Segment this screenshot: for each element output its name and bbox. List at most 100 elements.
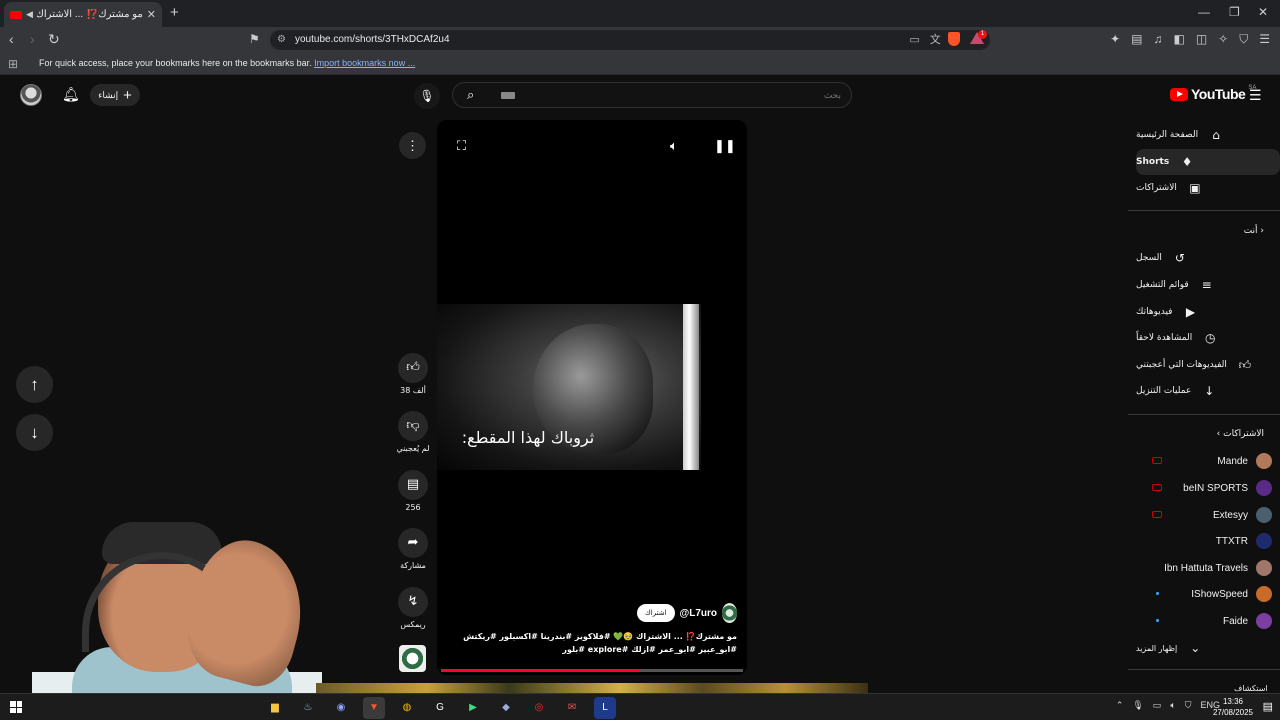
sidebar-item-subscriptions[interactable]: ▣ الاشتراكات (1136, 175, 1280, 201)
sidebar-item-shorts[interactable]: ♦ Shorts (1136, 149, 1280, 175)
subscription-item[interactable]: Extesyy (1136, 502, 1280, 528)
media-icon[interactable]: ♫ (1153, 32, 1162, 47)
minimize-icon[interactable]: — (1198, 5, 1210, 19)
site-info-icon[interactable]: ⚙ (277, 30, 286, 50)
sidebar-item-playlists[interactable]: ≡ قوائم التشغيل (1136, 272, 1280, 298)
search-input[interactable] (641, 87, 841, 105)
url-field[interactable]: ⚙ youtube.com/shorts/3THxDCAf2u4 ▭ 文 ↗ (270, 30, 990, 50)
browser-tab[interactable]: ◀ مو مشترك⁉️ ... الاشتراك 🥹💚🤍 ✕ (4, 2, 162, 27)
ai-icon[interactable]: ✧ (1218, 32, 1228, 47)
fullscreen-icon[interactable]: ⛶ (457, 138, 466, 154)
obs-icon[interactable]: ◎ (528, 697, 550, 719)
youtube-logo[interactable]: YouTube SA (1170, 85, 1256, 102)
sidebar-item-liked-videos[interactable]: 👍︎ الفيديوهات التي أعجبتني (1136, 352, 1280, 378)
subscription-item[interactable]: Faide (1136, 608, 1280, 634)
window-close-icon[interactable]: ✕ (1258, 5, 1268, 19)
show-more-button[interactable]: ⌄ إظهار المزيد (1136, 635, 1280, 661)
chrome-icon[interactable]: ◍ (396, 697, 418, 719)
network-icon[interactable]: ▭ (1153, 700, 1162, 711)
pause-icon[interactable]: ❚❚ (714, 138, 736, 154)
sidebar-item-downloads[interactable]: ↓ عمليات التنزيل (1136, 378, 1280, 404)
brave-icon[interactable]: ▼ (363, 697, 385, 719)
subscription-item[interactable]: beIN SPORTS (1136, 475, 1280, 501)
channel-avatar[interactable] (722, 603, 737, 623)
app-icon[interactable]: ◆ (495, 697, 517, 719)
search-box[interactable]: ⌕ (452, 82, 852, 108)
arrow-down-icon: ↓ (30, 423, 39, 442)
apps-grid-icon[interactable]: ⊞ (8, 57, 18, 71)
wallet-icon[interactable]: ▤ (1131, 32, 1142, 47)
lunar-client-icon[interactable]: L (594, 697, 616, 719)
cast-icon[interactable]: ▭ (909, 30, 919, 50)
share-button[interactable]: ➦ مشاركة (396, 528, 430, 570)
subscribe-button[interactable]: اشتراك (637, 604, 675, 622)
speaker-icon[interactable]: 🔈︎ (1170, 700, 1175, 711)
dislike-button[interactable]: 👎︎ لم يُعجبني (396, 411, 430, 453)
channel-handle[interactable]: @L7uro (680, 608, 718, 619)
notifications-bell-icon[interactable]: 🔔︎ (62, 86, 80, 103)
create-button[interactable]: إنشاء + (90, 84, 140, 106)
vpn-icon[interactable]: ⛉ (1239, 32, 1248, 47)
home-icon: ⌂ (1212, 128, 1220, 142)
search-keyboard-icon[interactable] (501, 92, 515, 99)
sound-thumbnail[interactable] (399, 645, 426, 672)
volume-icon[interactable]: 🔈︎ (670, 138, 678, 154)
next-short-button[interactable]: ↓ (16, 414, 53, 451)
file-explorer-icon[interactable]: ▆ (264, 697, 286, 719)
channel-avatar (1256, 507, 1272, 523)
remix-button[interactable]: ↯ ريمكس (396, 587, 430, 629)
close-tab-icon[interactable]: ✕ (147, 8, 156, 21)
youtube-play-icon (1170, 87, 1188, 101)
sidebar-item-history[interactable]: ↺ السجل (1136, 245, 1280, 271)
subscription-item[interactable]: IShowSpeed (1136, 581, 1280, 607)
rewards-badge: 1 (978, 30, 987, 39)
steam-icon[interactable]: ♨ (297, 697, 319, 719)
new-content-dot (1156, 619, 1159, 622)
audio-icon[interactable]: ◀ (26, 9, 33, 20)
new-tab-icon[interactable]: + (170, 4, 179, 21)
mail-icon[interactable]: ✉ (561, 697, 583, 719)
sidebar-item-home[interactable]: ⌂ الصفحة الرئيسية (1136, 122, 1280, 148)
reload-icon[interactable]: ↻ (48, 31, 60, 48)
restore-icon[interactable]: ❐ (1229, 5, 1240, 19)
launcher-icon[interactable]: ▶ (462, 697, 484, 719)
gog-icon[interactable]: G (429, 697, 451, 719)
discord-icon[interactable]: ◉ (330, 697, 352, 719)
more-options-icon[interactable]: ⋮ (399, 132, 426, 159)
subscription-item[interactable]: Mande (1136, 448, 1280, 474)
explore-section-header[interactable]: استكشاف (1234, 684, 1268, 693)
sidebar-toggle-icon[interactable]: ◧ (1173, 32, 1184, 47)
back-icon[interactable]: ‹ (9, 31, 14, 47)
bookmarks-message: For quick access, place your bookmarks h… (39, 58, 416, 68)
sidebar-item-watch-later[interactable]: ◷ المشاهدة لاحقاً (1136, 325, 1280, 351)
import-bookmarks-link[interactable]: Import bookmarks now ... (314, 58, 415, 68)
translate-icon[interactable]: 文 (930, 30, 941, 50)
shorts-player[interactable]: ثروباك لهذا المقطع: ⛶ 🔈︎ ❚❚ اشتراك @L7ur… (437, 120, 747, 675)
voice-search-icon[interactable]: 🎙︎ (414, 83, 440, 109)
comments-button[interactable]: ▤ 256 (396, 470, 430, 512)
brave-shields-icon[interactable] (948, 32, 960, 46)
mic-tray-icon[interactable]: 🎙︎ (1132, 700, 1143, 711)
tray-overflow-icon[interactable]: ⌃ (1116, 700, 1124, 711)
search-icon[interactable]: ⌕ (467, 87, 474, 103)
progress-bar[interactable] (441, 669, 743, 672)
video-description[interactable]: مو مشترك⁉️ ... الاشتراك 🥹💚 #فلاكويز #بند… (447, 630, 737, 656)
extensions-icon[interactable]: ✦ (1110, 32, 1120, 47)
guide-menu-icon[interactable]: ☰ (1249, 87, 1262, 104)
windows-start-icon[interactable] (10, 701, 22, 713)
you-section-header[interactable]: أنت › (1244, 226, 1264, 236)
vpn-tray-icon[interactable]: ⛉ (1185, 700, 1192, 711)
system-clock[interactable]: 13:36 27/08/2025 (1213, 696, 1253, 718)
previous-short-button[interactable]: ↑ (16, 366, 53, 403)
account-avatar[interactable] (20, 84, 42, 106)
bookmark-icon[interactable]: ⚑ (249, 32, 260, 46)
leo-icon[interactable]: ◫ (1196, 32, 1207, 47)
forward-icon[interactable]: › (30, 31, 35, 47)
notification-center-icon[interactable]: ▤ (1263, 700, 1273, 713)
sidebar-item-your-videos[interactable]: ▶ فيديوهاتك (1136, 299, 1280, 325)
menu-icon[interactable]: ☰ (1259, 32, 1270, 47)
subscription-item[interactable]: TTXTR (1136, 528, 1280, 554)
like-button[interactable]: 👍︎ 38 ألف (396, 353, 430, 395)
subscription-item[interactable]: Ibn Hattuta Travels (1136, 555, 1280, 581)
subscriptions-section-header[interactable]: ‹ الاشتراكات (1217, 429, 1264, 439)
